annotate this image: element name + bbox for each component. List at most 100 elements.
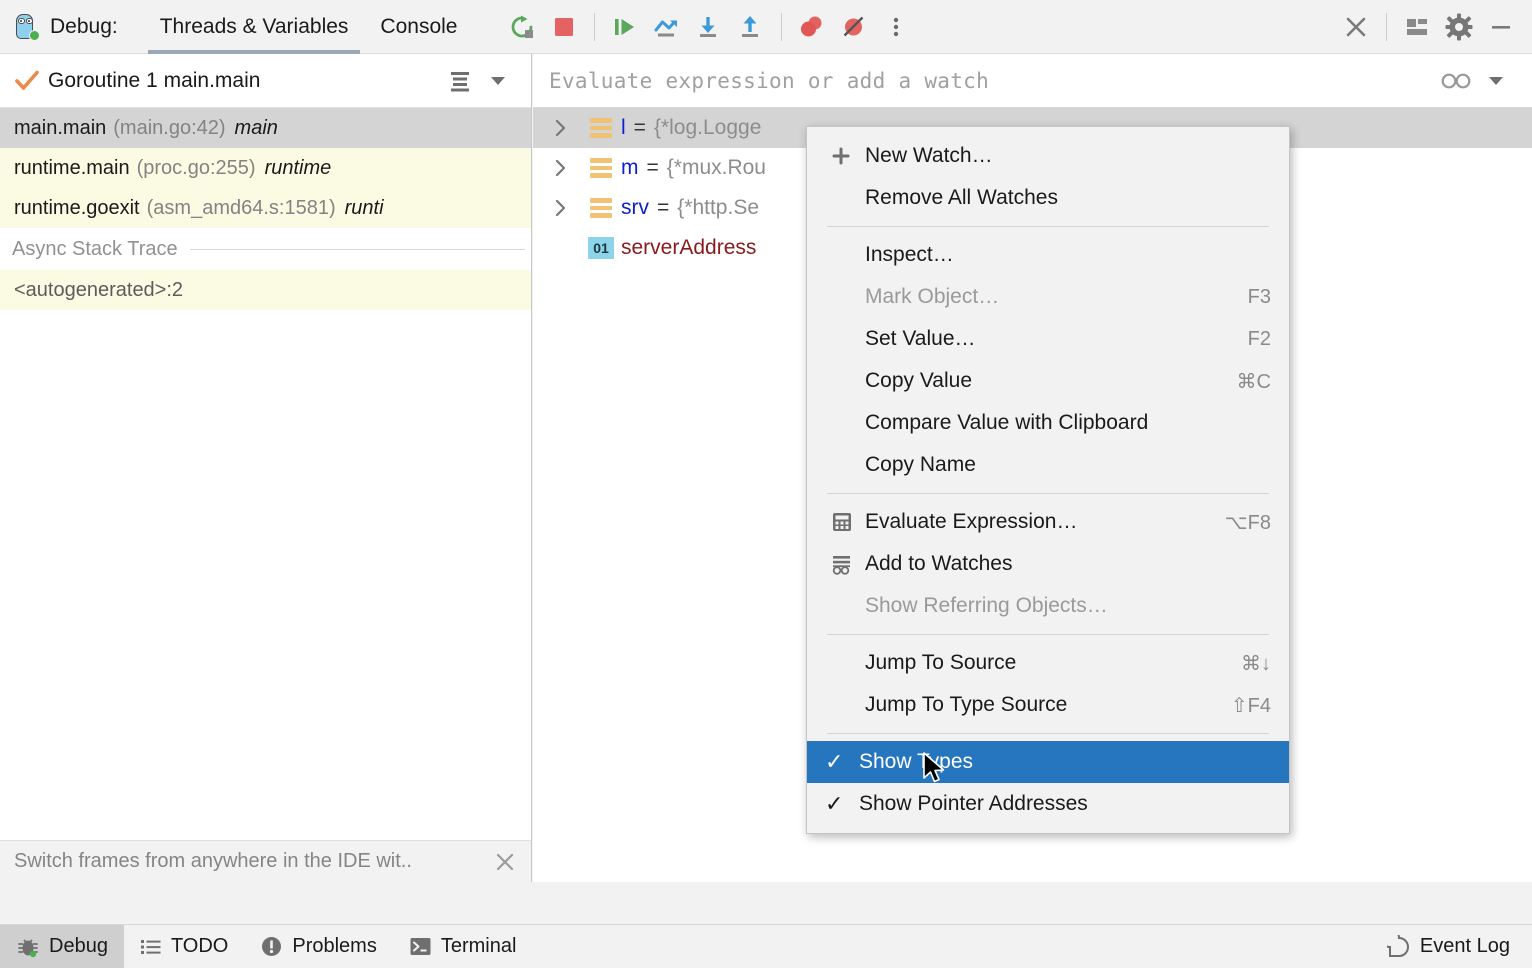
menu-item-label: Inspect… [865,243,1271,267]
menu-item-shortcut: ⌥F8 [1225,510,1271,535]
mute-breakpoints-button[interactable] [833,6,875,48]
tool-window-label: Terminal [441,935,517,958]
tab-console[interactable]: Console [364,0,473,54]
menu-item-label: Set Value… [865,327,1228,351]
watches-glasses-icon [1439,70,1473,92]
expand-chevron-icon[interactable] [541,158,581,178]
filter-frames-button[interactable] [441,62,479,100]
tab-threads-and-variables[interactable]: Threads & Variables [144,0,365,54]
tool-window-label: Problems [292,935,376,958]
step-out-icon [736,13,766,41]
menu-item-compare-value-with-clipboard[interactable]: Compare Value with Clipboard [807,402,1289,444]
variable-name: serverAddress [621,236,756,260]
menu-item-jump-to-type-source[interactable]: Jump To Type Source ⇧F4 [807,684,1289,726]
async-stack-trace-label: Async Stack Trace [12,238,178,261]
menu-item-set-value[interactable]: Set Value… F2 [807,318,1289,360]
frames-hint-bar: Switch frames from anywhere in the IDE w… [0,840,532,882]
menu-item-inspect[interactable]: Inspect… [807,234,1289,276]
add-watch-button[interactable] [1436,62,1476,100]
menu-item-label: Add to Watches [865,552,1271,576]
menu-separator [827,493,1269,494]
expand-chevron-icon[interactable] [541,198,581,218]
tool-window-debug[interactable]: Debug [0,925,124,968]
step-out-button[interactable] [730,6,772,48]
mute-breakpoints-icon [839,13,869,41]
stop-button[interactable] [543,6,585,48]
frame-function: runtime.goexit [14,197,140,220]
menu-item-label: Compare Value with Clipboard [865,411,1271,435]
menu-item-evaluate-expression[interactable]: Evaluate Expression… ⌥F8 [807,501,1289,543]
settings-gear-icon [1444,12,1474,42]
debug-toolbar: Debug: Threads & Variables Console [0,0,1532,54]
warning-circle-icon [260,935,283,958]
menu-item-label: Copy Value [865,369,1217,393]
menu-item-copy-name[interactable]: Copy Name [807,444,1289,486]
menu-item-label: Show Types [859,750,1271,774]
more-options-button[interactable] [875,6,917,48]
expand-chevron-icon[interactable] [541,118,581,138]
settings-button[interactable] [1438,6,1480,48]
variable-value: {*http.Se [677,196,759,220]
tool-window-label: TODO [171,935,228,958]
evaluate-expression-input[interactable]: Evaluate expression or add a watch [549,69,989,93]
variable-name: l [621,116,626,140]
menu-item-shortcut: F2 [1248,328,1271,351]
view-breakpoints-button[interactable] [791,6,833,48]
debug-tool-window: Debug: Threads & Variables Console [0,0,1532,968]
menu-item-remove-all-watches[interactable]: Remove All Watches [807,177,1289,219]
step-over-button[interactable] [646,6,688,48]
frame-function: runtime.main [14,157,130,180]
event-log-label: Event Log [1420,935,1510,958]
bug-icon [16,935,40,959]
step-into-button[interactable] [688,6,730,48]
tool-window-todo[interactable]: TODO [124,925,244,968]
variable-context-menu: New Watch… Remove All Watches Inspect… M… [806,126,1290,834]
list-icon [140,936,162,958]
menu-item-label: Evaluate Expression… [865,510,1205,534]
close-debug-button[interactable] [1335,6,1377,48]
binary-01-icon: 01 [581,237,621,259]
event-log-button[interactable]: Event Log [1371,925,1532,968]
variable-name: srv [621,196,649,220]
stack-frame-row[interactable]: runtime.goexit (asm_amd64.s:1581) runti [0,188,531,228]
tool-window-terminal[interactable]: Terminal [393,925,533,968]
resume-program-icon [610,13,640,41]
object-icon [581,198,621,218]
go-gopher-icon [12,12,42,42]
tool-window-problems[interactable]: Problems [244,925,392,968]
menu-separator [827,733,1269,734]
checkmark-icon: ✓ [825,791,859,817]
evaluate-dropdown-button[interactable] [1476,62,1516,100]
menu-item-add-to-watches[interactable]: Add to Watches [807,543,1289,585]
resume-program-button[interactable] [604,6,646,48]
stack-frame-row[interactable]: <autogenerated>:2 [0,270,531,310]
tab-label: Console [380,15,457,38]
menu-item-mark-object: Mark Object… F3 [807,276,1289,318]
minimize-button[interactable] [1480,6,1522,48]
variable-value: {*mux.Rou [667,156,766,180]
variable-equals: = [657,196,669,220]
terminal-icon [409,935,432,958]
thread-dropdown-button[interactable] [479,62,517,100]
thread-selector[interactable]: Goroutine 1 main.main [0,54,531,108]
menu-item-show-types[interactable]: ✓ Show Types [807,741,1289,783]
step-into-icon [694,13,724,41]
orange-check-icon [14,68,40,94]
stack-frame-row[interactable]: runtime.main (proc.go:255) runtime [0,148,531,188]
close-icon[interactable] [494,851,516,873]
stop-icon [550,13,578,41]
checkmark-icon: ✓ [825,749,859,775]
layout-settings-button[interactable] [1396,6,1438,48]
divider-line [190,249,525,250]
evaluate-expression-bar[interactable]: Evaluate expression or add a watch [533,54,1532,108]
menu-item-show-pointer-addresses[interactable]: ✓ Show Pointer Addresses [807,783,1289,825]
menu-item-jump-to-source[interactable]: Jump To Source ⌘↓ [807,642,1289,684]
menu-item-shortcut: ⌘C [1237,369,1271,394]
step-over-icon [652,13,682,41]
stack-frame-row[interactable]: main.main (main.go:42) main [0,108,531,148]
menu-item-new-watch[interactable]: New Watch… [807,135,1289,177]
menu-item-copy-value[interactable]: Copy Value ⌘C [807,360,1289,402]
rerun-button[interactable] [501,6,543,48]
menu-item-label: Remove All Watches [865,186,1271,210]
menu-item-label: Show Pointer Addresses [859,792,1271,816]
